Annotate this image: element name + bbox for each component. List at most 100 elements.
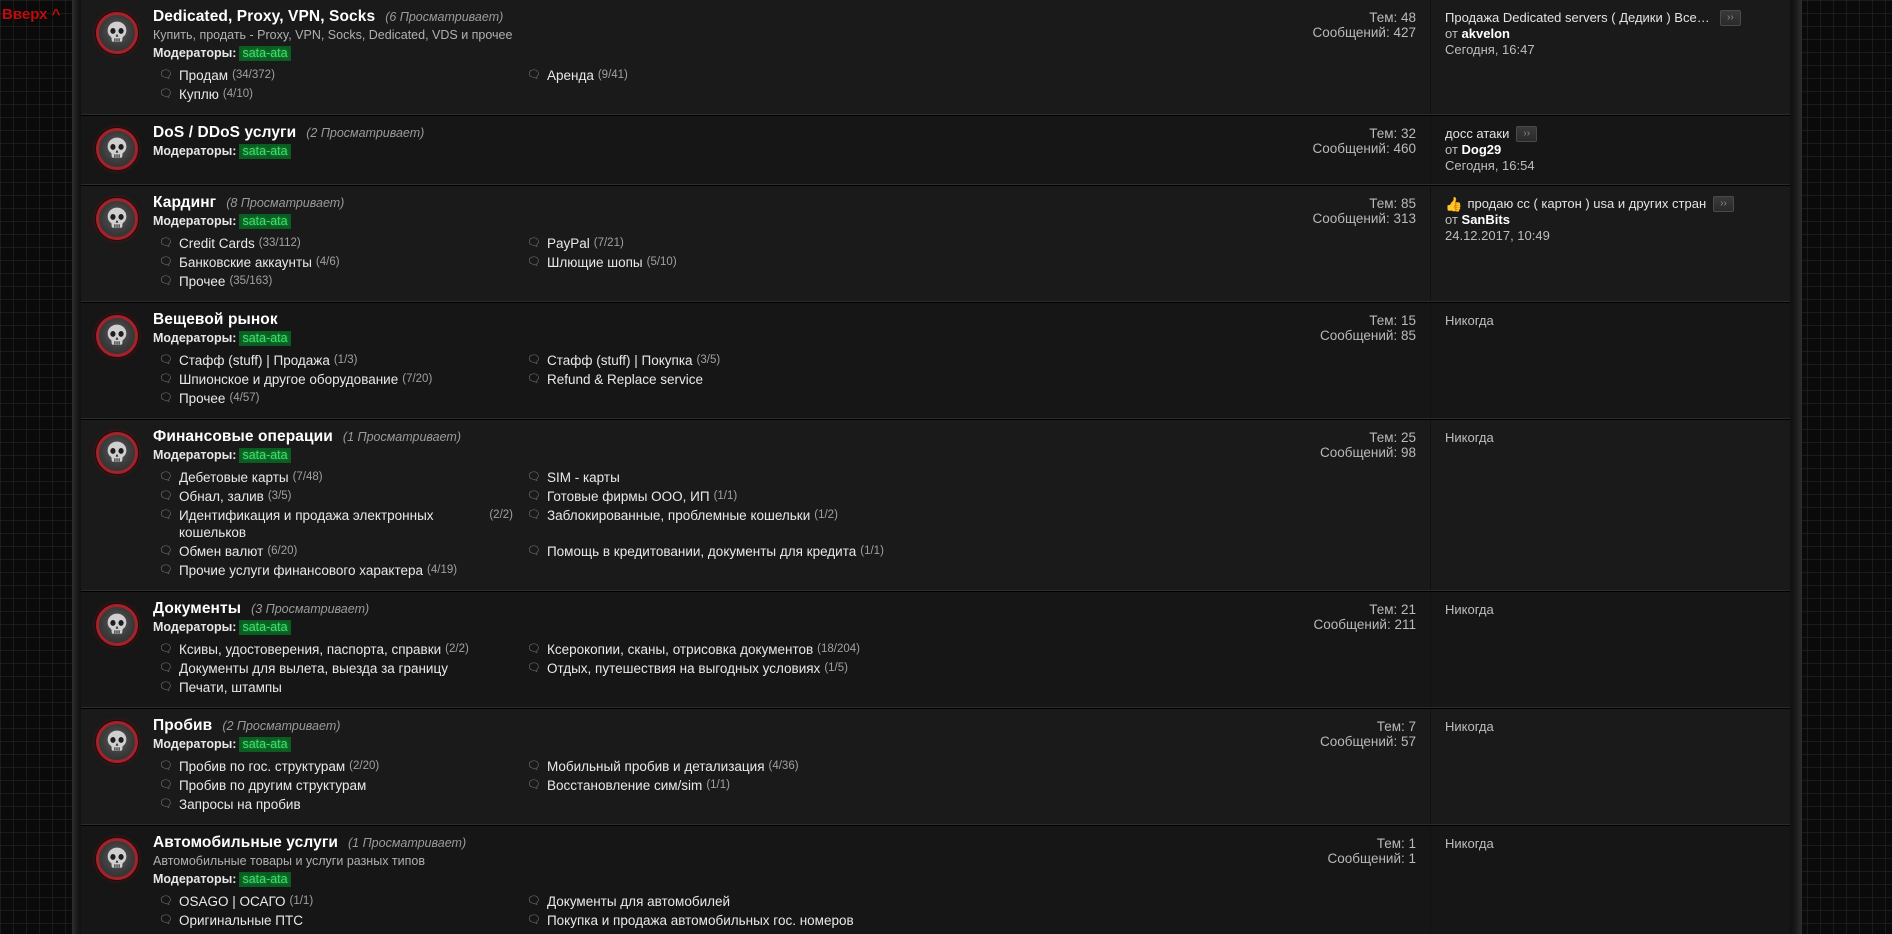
forum-title-line: Финансовые операции (1 Просматривает) [153,428,1235,446]
moderators-label: Модераторы: [153,214,237,228]
last-post-title-link[interactable]: Продажа Dedicated servers ( Дедики ) Все… [1445,10,1713,26]
subforum-link[interactable]: 🗨 Продам (34/372) [153,66,513,85]
subforum-label: Отдых, путешествия на выгодных условиях [546,661,821,676]
skull-icon[interactable] [96,315,138,357]
forum-title-link[interactable]: Пробив [153,717,212,735]
subforum-link[interactable]: 🗨 PayPal (7/21) [521,234,1235,253]
subforum-link[interactable]: 🗨 Стафф (stuff) | Покупка (3/5) [521,351,1235,370]
subforum-link[interactable]: 🗨 Идентификация и продажа электронных кош… [153,506,513,542]
last-post-author-line: от akvelon [1445,26,1778,42]
last-post-date: Сегодня, 16:47 [1445,42,1535,57]
subforum-label: OSAGO | ОСАГО [178,894,286,909]
subforum-link[interactable]: 🗨 Банковские аккаунты (4/6) [153,253,513,272]
subforum-link[interactable]: 🗨 Документы для вылета, выезда за границу [153,659,513,678]
back-to-top-link[interactable]: Вверх ^ [2,6,60,23]
subforum-link[interactable]: 🗨 Куплю (4/10) [153,85,513,104]
threads-count: Тем: 7 [1376,719,1416,734]
comment-bubble-icon: 🗨 [159,471,173,483]
comment-bubble-icon: 🗨 [527,662,541,674]
subforum-link[interactable]: 🗨 OSAGO | ОСАГО (1/1) [153,892,513,911]
subforum-link[interactable]: 🗨 Печати, штампы [153,678,513,697]
subforum-link[interactable]: 🗨 Пробив по другим структурам [153,776,513,795]
subforum-link[interactable]: 🗨 Отдых, путешествия на выгодных условиях… [521,659,1235,678]
skull-icon[interactable] [96,128,138,170]
subforum-label: Куплю [178,87,219,102]
moderator-name-link[interactable]: sata-ata [239,620,291,635]
forum-info-cell: Автомобильные услуги (1 Просматривает) Авт… [153,826,1245,934]
subforum-link[interactable]: 🗨 Шпионское и другое оборудование (7/20) [153,370,513,389]
subforum-link[interactable]: 🗨 Готовые фирмы ООО, ИП (1/1) [521,487,1235,506]
goto-last-post-button[interactable]: ›› [1720,10,1741,26]
skull-icon[interactable] [96,198,138,240]
forum-moderators: Модераторы: sata-ata [153,213,1235,230]
subforum-link[interactable]: 🗨 Credit Cards (33/112) [153,234,513,253]
forum-title-link[interactable]: Вещевой рынок [153,311,278,329]
forum-title-link[interactable]: Dedicated, Proxy, VPN, Socks [153,8,375,26]
forum-title-link[interactable]: Документы [153,600,241,618]
subforum-link[interactable]: 🗨 Запросы на пробив [153,795,513,814]
subforum-link[interactable]: 🗨 Оригинальные ПТС [153,911,513,930]
subforum-count: (9/41) [597,69,628,81]
subforum-link[interactable]: 🗨 Аренда (9/41) [521,66,1235,85]
subforum-link[interactable]: 🗨 Обнал, залив (3/5) [153,487,513,506]
last-post-author-link[interactable]: Dog29 [1462,142,1502,157]
subforum-count: (35/163) [229,275,273,287]
moderators-label: Модераторы: [153,620,237,634]
subforum-link[interactable]: 🗨 Помощь в кредитовании, документы для кр… [521,542,1235,561]
forum-title-link[interactable]: Автомобильные услуги [153,834,338,852]
subforum-label: Запросы на пробив [178,797,301,812]
moderator-name-link[interactable]: sata-ata [239,872,291,887]
moderator-name-link[interactable]: sata-ata [239,448,291,463]
subforum-count: (6/20) [267,545,298,557]
subforum-link[interactable]: 🗨 Мобильный пробив и детализация (4/36) [521,757,1235,776]
forum-row: Финансовые операции (1 Просматривает) Моде… [81,419,1790,591]
last-post-never: Никогда [1445,836,1494,851]
subforum-link[interactable]: 🗨 SIM - карты [521,468,1235,487]
last-post-author-link[interactable]: SanBits [1462,212,1510,227]
skull-icon[interactable] [96,12,138,54]
moderator-name-link[interactable]: sata-ata [239,46,291,61]
subforum-link[interactable]: 🗨 Восстановление сим/sim (1/1) [521,776,1235,795]
subforum-count: (2/20) [349,760,380,772]
forum-title-link[interactable]: DoS / DDoS услуги [153,124,296,142]
skull-icon[interactable] [96,432,138,474]
subforum-link[interactable]: 🗨 Стафф (stuff) | Продажа (1/3) [153,351,513,370]
subforum-label: Прочие услуги финансового характера [178,563,424,578]
skull-icon[interactable] [96,721,138,763]
subforum-link[interactable]: 🗨 Дебетовые карты (7/48) [153,468,513,487]
moderator-name-link[interactable]: sata-ata [239,144,291,159]
skull-icon[interactable] [96,838,138,880]
last-post-title-link[interactable]: продаю cc ( картон ) usa и других стран [1467,196,1706,212]
last-post-author-link[interactable]: akvelon [1462,26,1510,41]
subforum-link[interactable]: 🗨 Заблокированные, проблемные кошельки (1/… [521,506,1235,542]
subforum-label: Обмен валют [178,544,264,559]
subforum-link[interactable]: 🗨 Обмен валют (6/20) [153,542,513,561]
last-post-title-link[interactable]: досс атаки [1445,126,1509,142]
subforum-link[interactable]: 🗨 Прочие услуги финансового характера (4/1… [153,561,513,580]
forum-title-line: DoS / DDoS услуги (2 Просматривает) [153,124,1235,142]
comment-bubble-icon: 🗨 [527,237,541,249]
moderator-name-link[interactable]: sata-ata [239,331,291,346]
forum-moderators: Модераторы: sata-ata [153,143,1235,160]
last-post-cell: Никогда [1430,592,1790,707]
subforum-link[interactable]: 🗨 Прочее (4/57) [153,389,513,408]
subforum-link[interactable]: 🗨 Покупка и продажа автомобильных гос. но… [521,911,1235,930]
moderator-name-link[interactable]: sata-ata [239,737,291,752]
subforum-link[interactable]: 🗨 Пробив по гос. структурам (2/20) [153,757,513,776]
subforum-link[interactable]: 🗨 Прочее (35/163) [153,272,513,291]
forum-title-link[interactable]: Кардинг [153,194,216,212]
subforum-link[interactable]: 🗨 Документы для автомобилей [521,892,1235,911]
moderator-name-link[interactable]: sata-ata [239,214,291,229]
forum-viewers-count: (2 Просматривает) [306,126,425,140]
subforum-link[interactable]: 🗨 Ксерокопии, сканы, отрисовка документов… [521,640,1235,659]
goto-last-post-button[interactable]: ›› [1516,126,1538,142]
forum-viewers-count: (2 Просматривает) [222,719,341,733]
forum-title-link[interactable]: Финансовые операции [153,428,333,446]
subforum-link[interactable]: 🗨 Шлющие шопы (5/10) [521,253,1235,272]
skull-icon[interactable] [96,604,138,646]
comment-bubble-icon: 🗨 [527,914,541,926]
subforum-link[interactable]: 🗨 Refund & Replace service [521,370,1235,389]
subforum-link[interactable]: 🗨 Ксивы, удостоверения, паспорта, справки… [153,640,513,659]
comment-bubble-icon: 🗨 [527,69,541,81]
goto-last-post-button[interactable]: ›› [1713,196,1734,212]
